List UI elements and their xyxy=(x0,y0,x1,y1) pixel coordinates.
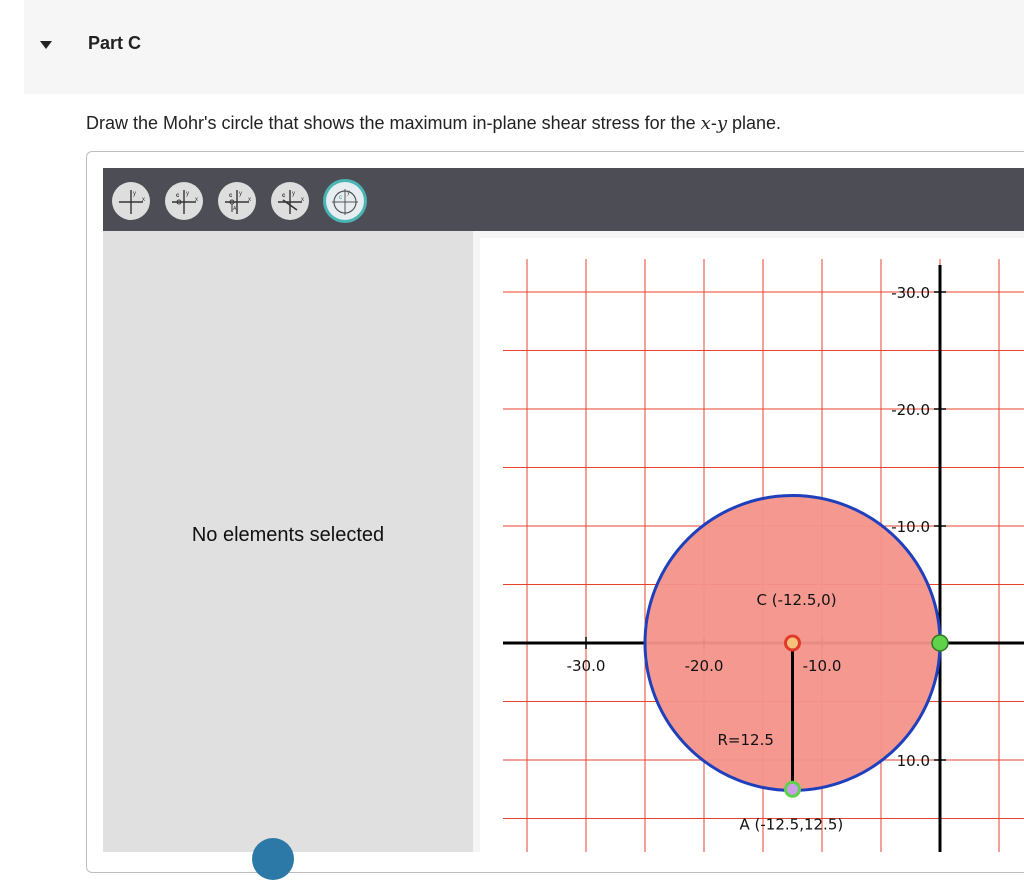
circle-tool-icon: c y xyxy=(332,189,358,215)
no-selection-message: No elements selected xyxy=(191,524,385,546)
svg-text:c: c xyxy=(339,195,342,201)
right-intercept-point[interactable] xyxy=(931,634,949,652)
y-tick-label: -30.0 xyxy=(891,284,930,302)
center-point-c[interactable] xyxy=(784,634,801,652)
y-tick-label: -10.0 xyxy=(891,518,930,536)
x-tick-label: -20.0 xyxy=(685,657,724,675)
x-tick-label: -10.0 xyxy=(803,657,842,675)
center-point-tool-button[interactable]: c A y x xyxy=(218,182,256,220)
properties-panel: No elements selected xyxy=(103,231,473,852)
svg-text:c: c xyxy=(229,193,233,199)
mohr-circle-plot[interactable]: -30.0 -20.0 -10.0 -30.0 -20.0 -10.0 10.0 C (-… xyxy=(473,231,1024,852)
instruction-text: Draw the Mohr's circle that shows the ma… xyxy=(86,113,782,134)
svg-text:x: x xyxy=(248,197,251,203)
svg-text:x: x xyxy=(142,197,145,203)
svg-text:y: y xyxy=(133,191,136,197)
axes-tool-button[interactable]: y x xyxy=(112,182,150,220)
y-tick-label: 10.0 xyxy=(897,752,930,770)
part-header[interactable] xyxy=(24,0,1024,94)
y-tick-label: -20.0 xyxy=(891,401,930,419)
svg-text:c: c xyxy=(282,193,286,199)
svg-text:x: x xyxy=(195,197,198,203)
plot-area[interactable]: -30.0 -20.0 -10.0 -30.0 -20.0 -10.0 10.0 C (-… xyxy=(473,231,1024,852)
radius-tool-button[interactable]: c y x xyxy=(271,182,309,220)
svg-text:y: y xyxy=(292,191,295,197)
center-tool-button[interactable]: c y x xyxy=(165,182,203,220)
axes-tool-icon: y x xyxy=(119,190,145,214)
radius-label: R=12.5 xyxy=(718,731,774,749)
svg-text:y: y xyxy=(186,191,189,197)
point-a-label: A (-12.5,12.5) xyxy=(740,815,844,833)
point-a[interactable] xyxy=(784,780,801,798)
svg-text:x: x xyxy=(301,197,304,203)
collapse-caret-icon[interactable] xyxy=(40,41,52,49)
help-icon[interactable] xyxy=(252,838,294,880)
radius-tool-icon: c y x xyxy=(278,190,304,214)
part-title: Part C xyxy=(88,33,142,53)
center-tool-icon: c y x xyxy=(172,190,198,214)
svg-text:c: c xyxy=(176,193,180,199)
circle-tool-button[interactable]: c y xyxy=(326,182,364,220)
svg-text:y: y xyxy=(239,191,242,197)
x-tick-label: -30.0 xyxy=(567,657,606,675)
center-point-tool-icon: c A y x xyxy=(225,190,251,214)
center-point-label: C (-12.5,0) xyxy=(757,591,837,609)
svg-text:y: y xyxy=(347,190,350,196)
